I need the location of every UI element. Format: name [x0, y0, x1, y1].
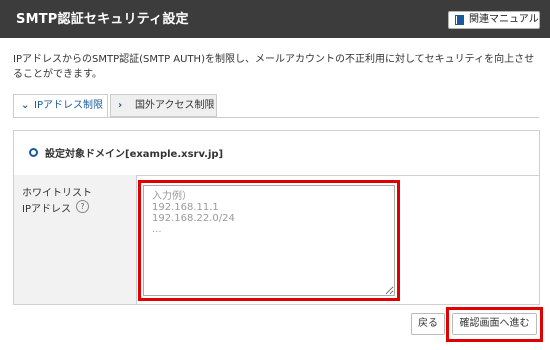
back-button[interactable]: 戻る — [411, 313, 445, 335]
chevron-down-icon: ⌄ — [21, 100, 30, 111]
book-icon — [455, 15, 464, 25]
page: SMTP認証セキュリティ設定 関連マニュアル IPアドレスからのSMTP認証(S… — [0, 0, 550, 350]
confirm-button[interactable]: 確認画面へ進む — [452, 313, 537, 335]
help-icon[interactable]: ? — [76, 200, 89, 213]
whitelist-label: ホワイトリスト — [22, 188, 92, 199]
domain-row: 設定対象ドメイン[example.xsrv.jp] — [14, 131, 539, 176]
whitelist-label-cell: ホワイトリスト IPアドレス ? — [14, 175, 137, 304]
related-manual-button[interactable]: 関連マニュアル — [448, 11, 540, 29]
page-description: IPアドレスからのSMTP認証(SMTP AUTH)を制限し、メールアカウントの… — [13, 54, 535, 80]
tab-divider — [13, 117, 539, 118]
page-title: SMTP認証セキュリティ設定 — [16, 12, 189, 27]
tab-label: IPアドレス制限 — [34, 100, 103, 111]
radio-icon — [29, 148, 38, 157]
page-header: SMTP認証セキュリティ設定 関連マニュアル — [0, 0, 550, 38]
tab-overseas-access[interactable]: › 国外アクセス制限 — [110, 94, 217, 117]
tab-ip-restriction[interactable]: ⌄ IPアドレス制限 — [13, 94, 108, 118]
ip-address-label: IPアドレス — [22, 204, 71, 215]
target-domain-label: 設定対象ドメイン[example.xsrv.jp] — [45, 149, 224, 160]
whitelist-ip-input[interactable] — [143, 185, 395, 296]
related-manual-label: 関連マニュアル — [469, 14, 539, 25]
tab-label: 国外アクセス制限 — [135, 100, 215, 111]
chevron-right-icon: › — [118, 100, 123, 111]
